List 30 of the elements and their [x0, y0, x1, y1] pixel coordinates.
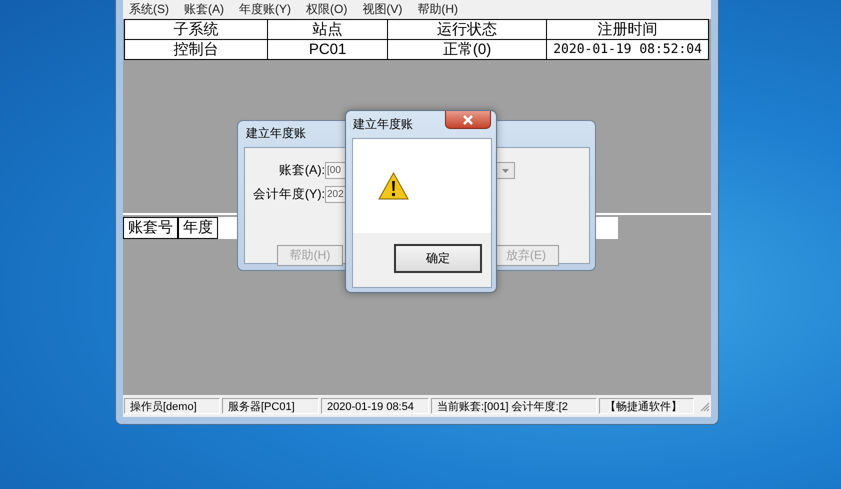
resize-grip-icon[interactable] [698, 400, 710, 412]
menu-item[interactable]: 年度账(Y) [239, 1, 291, 18]
table-cell: 控制台 [124, 40, 268, 60]
column-header: 账套号 [123, 217, 178, 239]
status-panel: 【畅捷通软件】 [599, 398, 694, 414]
close-button[interactable] [445, 111, 491, 129]
menu-item[interactable]: 账套(A) [184, 1, 224, 18]
column-header: 注册时间 [546, 20, 708, 40]
table-cell: 正常(0) [387, 40, 547, 60]
table-cell: PC01 [268, 40, 388, 60]
column-header: 站点 [268, 20, 388, 40]
column-header: 年度 [178, 217, 218, 239]
field-label: 账套(A): [278, 162, 325, 178]
status-panel: 服务器[PC01] [222, 398, 319, 414]
column-header: 子系统 [124, 20, 268, 40]
warning-icon [378, 172, 409, 200]
field-label: 会计年度(Y): [252, 186, 325, 202]
status-panel: 操作员[demo] [124, 398, 220, 414]
dialog-title: 建立年度账 [353, 116, 413, 133]
dialog-title: 建立年度账 [246, 125, 306, 142]
table-cell: 2020-01-19 08:52:04 [546, 40, 708, 60]
status-panel: 2020-01-19 08:54 [321, 398, 429, 414]
menu-item[interactable]: 帮助(H) [417, 1, 458, 18]
menu-item[interactable]: 权限(O) [306, 1, 348, 18]
menu-item[interactable]: 视图(V) [362, 1, 402, 18]
menu-item[interactable]: 系统(S) [129, 1, 169, 18]
close-icon[interactable] [462, 114, 474, 124]
column-header: 运行状态 [387, 20, 547, 40]
ok-button[interactable]: 确定 [394, 244, 482, 273]
status-panel: 当前账套:[001] 会计年度:[2 [431, 398, 597, 414]
